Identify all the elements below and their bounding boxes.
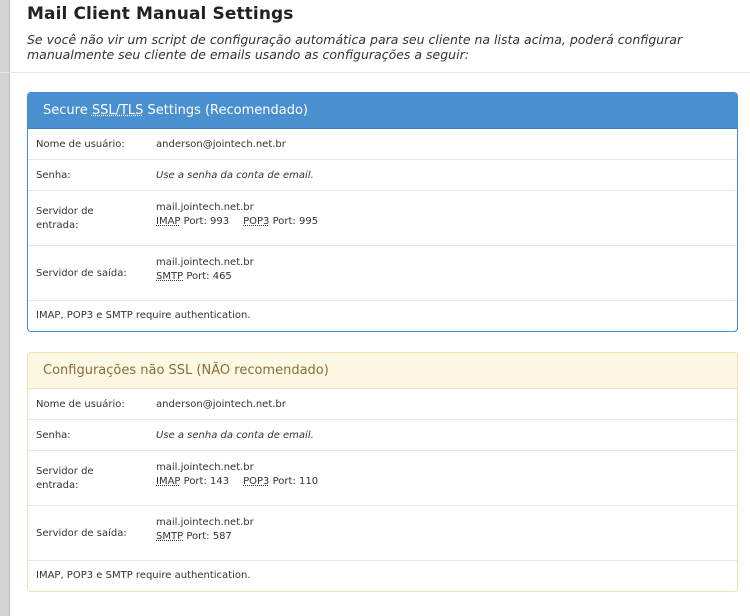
outgoing-server-label: Servidor de saída: <box>36 527 127 539</box>
divider <box>0 72 750 73</box>
ssl-incoming-value: mail.jointech.net.br IMAP Port: 993 POP3 … <box>156 201 318 229</box>
ssl-panel-heading: Secure SSL/TLS Settings (Recomendado) <box>28 93 737 129</box>
nossl-settings-panel: Configurações não SSL (NÃO recomendado) … <box>27 352 738 592</box>
ssl-pop3-port: 995 <box>299 216 319 227</box>
ssl-heading-suffix: Settings (Recomendado) <box>143 103 308 118</box>
nossl-username-value: anderson@jointech.net.br <box>156 399 286 410</box>
nossl-panel-heading: Configurações não SSL (NÃO recomendado) <box>28 353 737 389</box>
pop3-abbr: POP3 <box>243 476 270 487</box>
nossl-pop3-port: 110 <box>299 476 319 487</box>
ssl-incoming-row: Servidor de entrada: mail.jointech.net.br… <box>28 191 737 246</box>
nossl-imap-port: 143 <box>210 476 230 487</box>
nossl-outgoing-host: mail.jointech.net.br <box>156 517 254 528</box>
nossl-note-row: IMAP, POP3 e SMTP require authentication… <box>28 561 737 591</box>
imap-abbr: IMAP <box>156 476 181 487</box>
ssl-imap-port: 993 <box>210 216 230 227</box>
ssl-smtp-port: 465 <box>212 271 232 282</box>
left-sidebar-edge <box>0 0 10 616</box>
page-title: Mail Client Manual Settings <box>27 4 294 24</box>
ssl-incoming-host: mail.jointech.net.br <box>156 202 254 213</box>
nossl-incoming-value: mail.jointech.net.br IMAP Port: 143 POP3 … <box>156 461 318 489</box>
pop3-abbr: POP3 <box>243 216 270 227</box>
password-label: Senha: <box>36 430 71 441</box>
ssl-password-value: Use a senha da conta de email. <box>156 170 314 181</box>
nossl-auth-note: IMAP, POP3 e SMTP require authentication… <box>36 570 251 581</box>
ssl-outgoing-host: mail.jointech.net.br <box>156 257 254 268</box>
outgoing-server-label: Servidor de saída: <box>36 267 127 279</box>
nossl-outgoing-row: Servidor de saída: mail.jointech.net.br … <box>28 506 737 561</box>
ssl-outgoing-row: Servidor de saída: mail.jointech.net.br … <box>28 246 737 301</box>
intro-text: Se você não vir um script de configuraçã… <box>27 32 683 62</box>
incoming-server-label: Servidor de entrada: <box>36 465 94 491</box>
ssl-settings-panel: Secure SSL/TLS Settings (Recomendado) No… <box>27 92 738 332</box>
nossl-outgoing-ports: SMTP Port: 587 <box>156 531 232 542</box>
nossl-outgoing-value: mail.jointech.net.br SMTP Port: 587 <box>156 516 254 544</box>
ssl-username-value: anderson@jointech.net.br <box>156 139 286 150</box>
nossl-smtp-port: 587 <box>212 531 232 542</box>
ssl-tls-abbr: SSL/TLS <box>91 103 144 118</box>
ssl-heading-prefix: Secure <box>43 103 92 118</box>
nossl-password-row: Senha: Use a senha da conta de email. <box>28 420 737 451</box>
ssl-note-row: IMAP, POP3 e SMTP require authentication… <box>28 301 737 331</box>
smtp-abbr: SMTP <box>156 531 184 542</box>
ssl-incoming-ports: IMAP Port: 993 POP3 Port: 995 <box>156 216 319 227</box>
ssl-outgoing-value: mail.jointech.net.br SMTP Port: 465 <box>156 256 254 284</box>
nossl-incoming-row: Servidor de entrada: mail.jointech.net.br… <box>28 451 737 506</box>
ssl-outgoing-ports: SMTP Port: 465 <box>156 271 232 282</box>
ssl-auth-note: IMAP, POP3 e SMTP require authentication… <box>36 310 251 321</box>
imap-abbr: IMAP <box>156 216 181 227</box>
username-label: Nome de usuário: <box>36 399 125 410</box>
nossl-password-value: Use a senha da conta de email. <box>156 430 314 441</box>
ssl-password-row: Senha: Use a senha da conta de email. <box>28 160 737 191</box>
nossl-username-row: Nome de usuário: anderson@jointech.net.b… <box>28 389 737 420</box>
nossl-incoming-ports: IMAP Port: 143 POP3 Port: 110 <box>156 476 319 487</box>
smtp-abbr: SMTP <box>156 271 184 282</box>
ssl-username-row: Nome de usuário: anderson@jointech.net.b… <box>28 129 737 160</box>
nossl-incoming-host: mail.jointech.net.br <box>156 462 254 473</box>
password-label: Senha: <box>36 170 71 181</box>
incoming-server-label: Servidor de entrada: <box>36 205 94 231</box>
username-label: Nome de usuário: <box>36 139 125 150</box>
